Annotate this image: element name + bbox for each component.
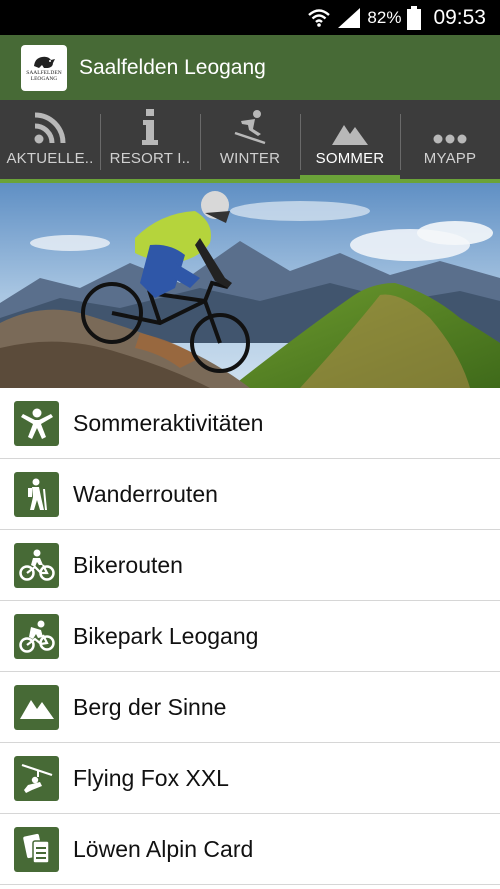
signal-icon [337, 7, 361, 29]
tab-label-sommer: SOMMER [315, 150, 385, 167]
app-title: Saalfelden Leogang [79, 55, 266, 79]
tab-myapp[interactable]: MYAPP [400, 100, 500, 179]
status-bar: 82% 09:53 [0, 0, 500, 35]
cyclist-icon [14, 542, 59, 588]
zipline-icon [14, 755, 59, 801]
menu-item-sommeraktivitaeten[interactable]: Sommeraktivitäten [0, 388, 500, 459]
menu-item-label: Löwen Alpin Card [73, 835, 254, 862]
menu-item-label: Berg der Sinne [73, 693, 227, 720]
tab-bar: AKTUELLE.. RESORT I.. WINTER SOMMER MYAP… [0, 100, 500, 183]
person-jump-icon [14, 400, 59, 446]
tab-resort-info[interactable]: RESORT I.. [100, 100, 200, 179]
battery-percent: 82% [367, 7, 402, 27]
tab-label-resort-info: RESORT I.. [109, 150, 191, 167]
app-bar: SAALFELDEN LEOGANG Saalfelden Leogang [0, 35, 500, 100]
menu-item-label: Flying Fox XXL [73, 764, 229, 791]
menu-item-flying-fox-xxl[interactable]: Flying Fox XXL [0, 743, 500, 814]
hero-image [0, 183, 500, 388]
menu-item-bikepark-leogang[interactable]: Bikepark Leogang [0, 601, 500, 672]
mountain-icon [14, 684, 59, 730]
skier-icon [233, 109, 267, 145]
tab-winter[interactable]: WINTER [200, 100, 300, 179]
tab-label-myapp: MYAPP [423, 150, 477, 167]
menu-item-label: Bikepark Leogang [73, 622, 259, 649]
lion-logo-icon [34, 56, 55, 68]
app-logo[interactable]: SAALFELDEN LEOGANG [21, 44, 67, 91]
hiker-icon [14, 471, 59, 517]
tab-label-winter: WINTER [219, 150, 281, 167]
wifi-icon [307, 8, 331, 28]
tab-aktuelles[interactable]: AKTUELLE.. [0, 100, 100, 179]
mountain-icon [332, 109, 368, 145]
cards-icon [14, 826, 59, 872]
tab-label-aktuelles: AKTUELLE.. [6, 150, 94, 167]
clock: 09:53 [433, 5, 486, 29]
menu-item-loewen-alpin-card[interactable]: Löwen Alpin Card [0, 814, 500, 885]
menu-item-berg-der-sinne[interactable]: Berg der Sinne [0, 672, 500, 743]
more-icon [433, 109, 467, 145]
logo-text-line2: LEOGANG [30, 75, 58, 82]
menu-item-label: Sommeraktivitäten [73, 409, 264, 436]
tab-sommer[interactable]: SOMMER [300, 100, 400, 183]
summer-menu-list: Sommeraktivitäten Wanderrouten Bikeroute… [0, 388, 500, 885]
rss-icon [33, 109, 67, 145]
menu-item-wanderrouten[interactable]: Wanderrouten [0, 459, 500, 530]
menu-item-label: Wanderrouten [73, 480, 218, 507]
battery-icon [407, 5, 422, 30]
mountain-bike-icon [14, 613, 59, 659]
menu-item-label: Bikerouten [73, 551, 183, 578]
menu-item-bikerouten[interactable]: Bikerouten [0, 530, 500, 601]
info-icon [140, 109, 160, 145]
